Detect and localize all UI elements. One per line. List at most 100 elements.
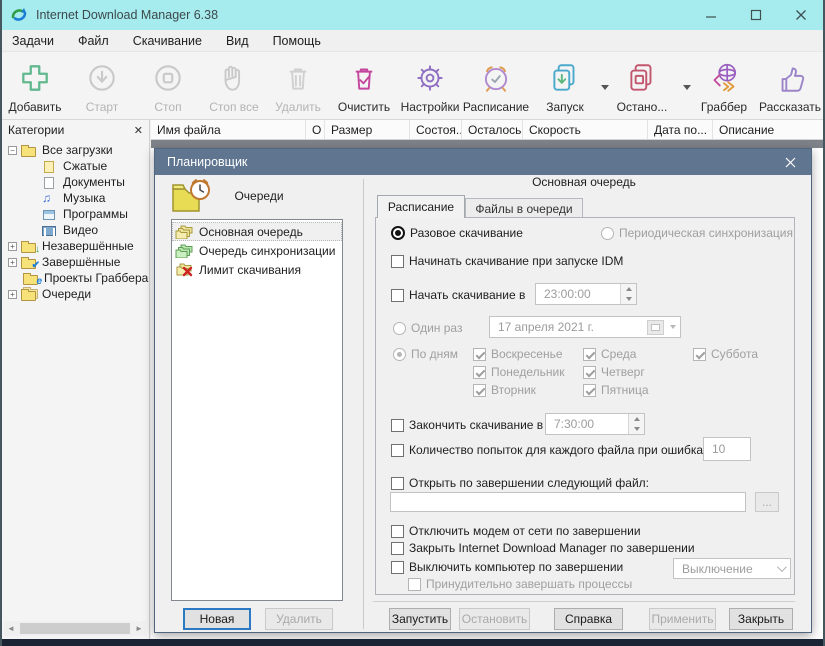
column-timeleft[interactable]: Осталось ... xyxy=(462,120,523,139)
help-button[interactable]: Справка xyxy=(554,608,623,630)
column-q[interactable]: О xyxy=(306,120,325,139)
categories-hscrollbar[interactable]: ◄ ► xyxy=(4,621,146,636)
categories-close-icon[interactable]: ✕ xyxy=(134,124,143,137)
expand-icon[interactable]: + xyxy=(8,242,17,251)
open-file-input[interactable] xyxy=(390,492,746,512)
tree-item-video[interactable]: Видео xyxy=(42,222,98,238)
dialog-close-button[interactable] xyxy=(777,149,803,175)
tree-item-programs[interactable]: Программы xyxy=(42,206,128,222)
stop-download-at-checkbox[interactable]: Закончить скачивание в xyxy=(391,417,543,433)
queue-item-sync[interactable]: Очередь синхронизации xyxy=(172,241,342,260)
stop-queue-dropdown-arrow[interactable] xyxy=(683,85,691,90)
limit-queue-icon xyxy=(175,262,194,277)
tree-item-unfinished[interactable]: + ↓ Незавершённые xyxy=(8,238,134,254)
spinner-buttons[interactable] xyxy=(620,284,636,304)
toolbar-delete-button[interactable]: Удалить xyxy=(266,58,330,114)
apply-button[interactable]: Применить xyxy=(649,608,716,630)
column-filename[interactable]: Имя файла xyxy=(151,120,306,139)
day-wednesday-checkbox[interactable]: Среда xyxy=(583,346,636,362)
start-queue-button[interactable]: Запустить xyxy=(389,608,451,630)
start-queue-dropdown-arrow[interactable] xyxy=(601,85,609,90)
day-monday-checkbox[interactable]: Понедельник xyxy=(473,364,564,380)
toolbar-add-button[interactable]: Добавить xyxy=(3,58,67,114)
tree-item-music[interactable]: ♫ Музыка xyxy=(42,190,105,206)
toolbar-tell-friend-button[interactable]: Рассказать xyxy=(758,58,822,114)
menu-file[interactable]: Файл xyxy=(78,34,109,48)
window-bottom-edge xyxy=(2,639,823,646)
tree-item-compressed[interactable]: Сжатые xyxy=(42,158,107,174)
day-saturday-checkbox[interactable]: Суббота xyxy=(693,346,758,362)
dialog-vertical-divider xyxy=(363,179,364,629)
expand-icon[interactable]: + xyxy=(8,290,17,299)
tree-item-finished[interactable]: + ✔ Завершённые xyxy=(8,254,120,270)
toolbar-stop-button[interactable]: Стоп xyxy=(136,58,200,114)
stop-time-spinner[interactable]: 7:30:00 xyxy=(545,413,645,435)
retries-input[interactable]: 10 xyxy=(703,437,751,461)
column-description[interactable]: Описание xyxy=(713,120,823,139)
tab-files-in-queue[interactable]: Файлы в очереди xyxy=(465,198,583,218)
dialog-titlebar: Планировщик xyxy=(155,149,811,175)
close-button[interactable] xyxy=(778,0,823,30)
toolbar-start-queue-button[interactable]: Запуск xyxy=(533,58,597,114)
by-days-radio[interactable]: По дням xyxy=(393,346,458,362)
shutdown-mode-dropdown[interactable]: Выключение xyxy=(673,558,791,579)
start-time-spinner[interactable]: 23:00:00 xyxy=(535,283,637,305)
expand-icon[interactable]: + xyxy=(8,258,17,267)
minimize-button[interactable] xyxy=(688,0,733,30)
exit-idm-checkbox[interactable]: Закрыть Internet Download Manager по зав… xyxy=(391,540,695,556)
periodic-sync-radio[interactable]: Периодическая синхронизация xyxy=(601,225,793,241)
day-thursday-checkbox[interactable]: Четверг xyxy=(583,364,645,380)
scrollbar-thumb[interactable] xyxy=(20,623,130,634)
column-size[interactable]: Размер xyxy=(325,120,410,139)
toolbar-grabber-button[interactable]: Граббер xyxy=(692,58,756,114)
tree-item-all-downloads[interactable]: − Все загрузки xyxy=(8,142,113,158)
queue-item-main[interactable]: Основная очередь xyxy=(172,222,342,241)
toolbar-options-button[interactable]: Настройки xyxy=(398,58,462,114)
toolbar-stop-queue-button[interactable]: Остано... xyxy=(610,58,674,114)
new-queue-button[interactable]: Новая xyxy=(183,608,251,630)
delete-queue-button[interactable]: Удалить xyxy=(265,608,333,630)
force-close-processes-checkbox[interactable]: Принудительно завершать процессы xyxy=(408,576,632,592)
queue-item-limit[interactable]: Лимит скачивания xyxy=(172,260,342,279)
column-date[interactable]: Дата по... xyxy=(648,120,713,139)
stop-queue-button[interactable]: Остановить xyxy=(459,608,530,630)
maximize-button[interactable] xyxy=(733,0,778,30)
day-tuesday-checkbox[interactable]: Вторник xyxy=(473,382,536,398)
date-dropdown-arrow[interactable] xyxy=(670,325,676,329)
day-friday-checkbox[interactable]: Пятница xyxy=(583,382,649,398)
close-dialog-button[interactable]: Закрыть xyxy=(729,608,793,630)
trash-check-icon xyxy=(347,58,381,98)
menu-view[interactable]: Вид xyxy=(226,34,249,48)
toolbar-scheduler-button[interactable]: Расписание xyxy=(464,58,528,114)
date-picker[interactable]: 17 апреля 2021 г. xyxy=(489,316,681,338)
toolbar-clear-button[interactable]: Очистить xyxy=(332,58,396,114)
menu-help[interactable]: Помощь xyxy=(273,34,321,48)
tab-schedule[interactable]: Расписание xyxy=(377,195,465,218)
start-at-idm-launch-checkbox[interactable]: Начинать скачивание при запуске IDM xyxy=(391,253,623,269)
hangup-modem-checkbox[interactable]: Отключить модем от сети по завершении xyxy=(391,523,641,539)
one-time-download-radio[interactable]: Разовое скачивание xyxy=(391,225,523,241)
scroll-left-icon[interactable]: ◄ xyxy=(4,624,18,633)
toolbar-start-button[interactable]: Старт xyxy=(70,58,134,114)
tree-item-queues[interactable]: + Очереди xyxy=(8,286,91,302)
once-date-radio[interactable]: Один раз xyxy=(393,320,462,336)
menu-downloads[interactable]: Скачивание xyxy=(133,34,202,48)
radio-selected-disabled-icon xyxy=(393,348,406,361)
retries-checkbox[interactable]: Количество попыток для каждого файла при… xyxy=(391,442,712,458)
start-download-at-checkbox[interactable]: Начать скачивание в xyxy=(391,287,525,303)
menu-tasks[interactable]: Задачи xyxy=(12,34,54,48)
scroll-right-icon[interactable]: ► xyxy=(132,624,146,633)
day-sunday-checkbox[interactable]: Воскресенье xyxy=(473,346,563,362)
tree-item-documents[interactable]: Документы xyxy=(42,174,125,190)
spinner-buttons[interactable] xyxy=(628,414,644,434)
calendar-icon[interactable] xyxy=(647,320,664,335)
open-file-checkbox[interactable]: Открыть по завершении следующий файл: xyxy=(391,475,649,491)
tree-item-grabber-projects[interactable]: e Проекты Граббера xyxy=(23,270,148,286)
idm-main-window: Internet Download Manager 6.38 Задачи Фа… xyxy=(0,0,825,646)
column-speed[interactable]: Скорость xyxy=(523,120,648,139)
collapse-icon[interactable]: − xyxy=(8,146,17,155)
column-status[interactable]: Состоя... xyxy=(410,120,462,139)
toolbar-stop-all-button[interactable]: Стоп все xyxy=(202,58,266,114)
shutdown-checkbox[interactable]: Выключить компьютер по завершении xyxy=(391,559,623,575)
browse-button[interactable]: ... xyxy=(755,492,779,512)
